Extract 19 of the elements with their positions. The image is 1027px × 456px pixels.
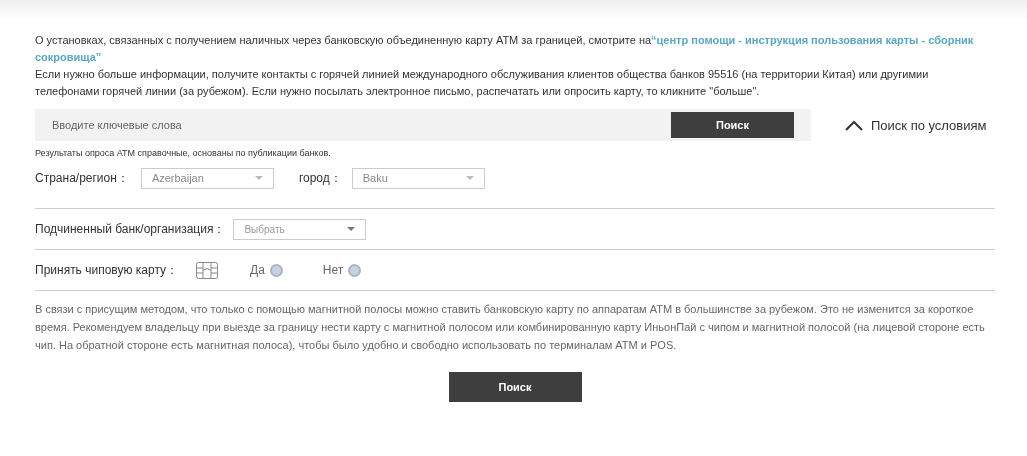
city-dropdown[interactable]: Baku	[351, 167, 485, 189]
search-field[interactable]: Вводите ключевые слова Поиск	[35, 109, 811, 141]
notice-text: В связи с присущим методом, что только с помощью магнитной полосы можно ставить банковскую карту по аппаратам АТМ в большинстве за рубежом. Это не изменится за короткое время. Рекомендуем владельцу при выезде за границу нести карту с магнитной полосом или комбинированную карту ИньонПай с чипом и магнитной полосой (на лицевой стороне есть чип. На обратной стороне есть магнитная полоса), чтобы было удобно и свободно использовать по терминалам АТМ и POS.	[35, 302, 986, 353]
search-button[interactable]: Поиск	[671, 112, 794, 138]
intro-text: О установках, связанных с получением наличных через банковскую объединенную карту АТМ за границей, смотрите на“центр помощи - инструкция пользования карты - сборник сокровища”	[35, 33, 975, 65]
advanced-search-toggle[interactable]: Поиск по условиям	[845, 117, 987, 133]
chevron-icon	[845, 119, 863, 131]
bank-label: Подчиненный банк/организация：	[35, 220, 226, 238]
country-label: Страна/регион：	[35, 169, 129, 187]
bank-dropdown[interactable]: Выбрать	[233, 218, 367, 240]
radio-option[interactable]: Нет	[322, 263, 362, 277]
radio-option[interactable]: Да	[250, 263, 283, 277]
disclaimer-text: Результаты опроса АТМ справочные, основаны по публикации банков.	[35, 148, 332, 158]
search-button[interactable]: Поиск	[448, 372, 582, 402]
chip-icon	[196, 261, 218, 279]
contact-text: Если нужно больше информации, получите контакты с горячей линией международного обслуживания клиентов общества банков 95516 (на территории Китая) или другимии телефонами горячей линии (за рубежом). Если нужно посылать электронное письмо, распечатать или опросить карту, то кликните "больше".	[35, 67, 930, 99]
country-dropdown[interactable]: Azerbaijan	[140, 167, 274, 189]
city-label: город：	[298, 169, 342, 187]
chip-card-label: Принять чиповую карту：	[35, 261, 178, 279]
